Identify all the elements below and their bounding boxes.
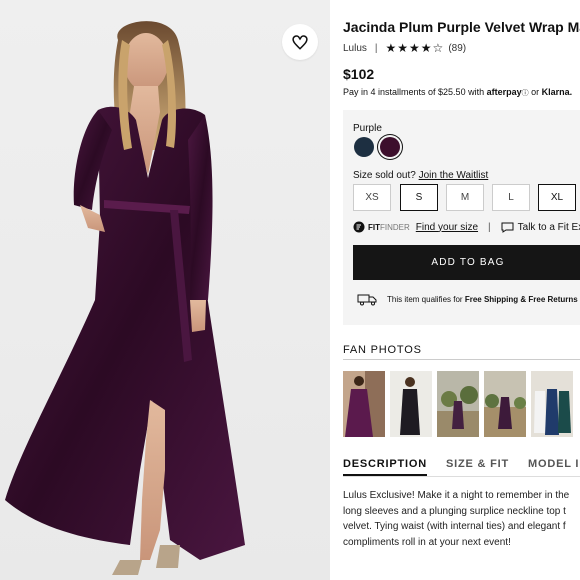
- free-shipping-text[interactable]: Free Shipping & Free Returns: [465, 295, 578, 304]
- chat-icon: [501, 222, 514, 233]
- purchase-panel: Purple Size sold out? Join the Waitlist …: [343, 110, 580, 325]
- brand-link[interactable]: Lulus: [343, 43, 367, 54]
- wishlist-button[interactable]: [282, 24, 318, 60]
- fan-photo[interactable]: [390, 371, 432, 437]
- review-count[interactable]: (89): [448, 43, 466, 54]
- shipping-info: This item qualifies for Free Shipping & …: [357, 293, 578, 306]
- fit-row: FIT FINDER Find your size | Talk to a Fi…: [353, 221, 580, 233]
- fan-photos-title: FAN PHOTOS: [343, 344, 422, 356]
- add-to-bag-label: ADD TO BAG: [431, 257, 505, 268]
- star-rating[interactable]: ★★★★☆: [386, 41, 445, 55]
- installments-text: Pay in 4 installments of $25.50 with aft…: [343, 87, 572, 98]
- description-line: velvet. Tying waist (with internal ties)…: [343, 521, 566, 532]
- product-photo[interactable]: [0, 0, 330, 580]
- product-info: Jacinda Plum Purple Velvet Wrap Maxi Dre…: [343, 0, 580, 580]
- brand-rating-row: Lulus | ★★★★☆ (89): [343, 41, 466, 55]
- description-line: Lulus Exclusive! Make it a night to reme…: [343, 490, 570, 501]
- waitlist-link[interactable]: Join the Waitlist: [419, 170, 489, 181]
- fan-photo[interactable]: [343, 371, 385, 437]
- size-option-l[interactable]: L: [492, 184, 530, 211]
- fan-photo-image: [484, 371, 526, 437]
- model-in-velvet-dress-image: [5, 21, 245, 575]
- afterpay-info-icon[interactable]: ⓘ: [522, 90, 529, 97]
- description-line: compliments roll in at your next event!: [343, 536, 511, 548]
- size-option-xl[interactable]: XL: [538, 184, 576, 211]
- product-title: Jacinda Plum Purple Velvet Wrap Maxi Dre…: [343, 19, 580, 35]
- truck-icon: [357, 294, 377, 306]
- fan-photo-image: [343, 371, 385, 437]
- size-soldout-row: Size sold out? Join the Waitlist: [353, 170, 488, 181]
- soldout-text: Size sold out?: [353, 170, 416, 181]
- talk-to-fit-expert-link[interactable]: Talk to a Fit Expert: [518, 222, 580, 233]
- divider: |: [374, 42, 378, 54]
- or-text: or: [531, 87, 540, 97]
- divider: [343, 359, 580, 360]
- find-your-size-link[interactable]: Find your size: [416, 222, 478, 233]
- fan-photo-image: [390, 371, 432, 437]
- tab-description[interactable]: DESCRIPTION: [343, 458, 427, 476]
- size-option-s[interactable]: S: [400, 184, 438, 211]
- divider: |: [488, 221, 491, 233]
- divider: [343, 476, 580, 477]
- add-to-bag-button[interactable]: ADD TO BAG: [353, 245, 580, 280]
- product-description: Lulus Exclusive! Make it a night to reme…: [343, 488, 580, 550]
- color-swatch-navy[interactable]: [354, 137, 374, 157]
- color-label: Purple: [353, 123, 382, 134]
- fan-photo-image: [531, 371, 573, 437]
- afterpay-logo[interactable]: afterpay: [487, 87, 522, 97]
- fan-photo[interactable]: [531, 371, 573, 437]
- color-swatch-purple[interactable]: [380, 137, 400, 157]
- fit-finder-icon: [353, 221, 365, 233]
- fan-photo-image: [437, 371, 479, 437]
- heart-icon: [292, 35, 308, 50]
- installments-prefix: Pay in 4 installments of $25.50 with: [343, 87, 485, 97]
- finder-logo-text: FINDER: [380, 222, 410, 232]
- size-option-m[interactable]: M: [446, 184, 484, 211]
- shipping-prefix: This item qualifies for: [387, 295, 463, 304]
- fan-photo[interactable]: [484, 371, 526, 437]
- price: $102: [343, 66, 375, 82]
- tab-model-info[interactable]: MODEL INFO: [528, 458, 580, 470]
- description-line: long sleeves and a plunging surplice nec…: [343, 505, 566, 517]
- tab-size-and-fit[interactable]: SIZE & FIT: [446, 458, 509, 470]
- fan-photo[interactable]: [437, 371, 479, 437]
- fit-logo-text: FIT: [368, 222, 380, 232]
- size-option-xs[interactable]: XS: [353, 184, 391, 211]
- klarna-logo[interactable]: Klarna.: [542, 87, 573, 97]
